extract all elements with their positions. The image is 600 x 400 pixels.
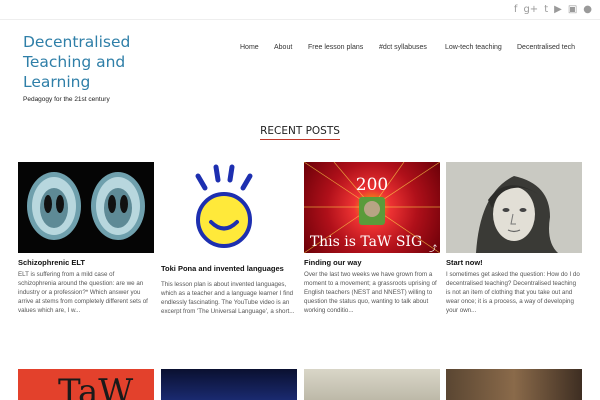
section-title: RECENT POSTS: [260, 125, 340, 140]
post-thumbnail-dark[interactable]: [161, 369, 297, 400]
post-excerpt: I sometimes get asked the question: How …: [446, 271, 580, 314]
post-card[interactable]: Schizophrenic ELT ELT is suffering from …: [18, 162, 154, 315]
portrait-image: [446, 162, 582, 253]
nav-item-dct-syllabuses[interactable]: #dct syllabuses: [379, 44, 427, 51]
instagram-icon[interactable]: ▣: [568, 4, 577, 16]
post-thumbnail-smiling-sun[interactable]: [161, 162, 297, 253]
post-thumbnail-taw-sig[interactable]: 200 This is TaW SIG ⤴: [304, 162, 440, 253]
sig-number-text: 200: [356, 175, 388, 195]
site-title-line: Teaching and: [23, 53, 126, 71]
post-title[interactable]: Schizophrenic ELT: [18, 258, 154, 267]
site-title-line: Decentralised: [23, 33, 131, 51]
google-plus-icon[interactable]: g+: [523, 4, 538, 16]
post-thumbnail-portrait[interactable]: [446, 162, 582, 253]
facebook-icon[interactable]: f: [514, 4, 518, 16]
post-thumbnail-paper[interactable]: [304, 369, 440, 400]
nav-item-low-tech-teaching[interactable]: Low-tech teaching: [445, 44, 502, 51]
nav-item-home[interactable]: Home: [240, 44, 259, 51]
site-tagline: Pedagogy for the 21st century: [23, 96, 110, 103]
flickr-icon[interactable]: ●: [583, 4, 592, 16]
post-card[interactable]: 200 This is TaW SIG ⤴ Finding our way Ov…: [304, 162, 440, 315]
youtube-icon[interactable]: ▶: [554, 4, 562, 16]
site-branding: Decentralised Teaching and Learning Peda…: [23, 32, 173, 103]
sig-caption-text: This is TaW SIG: [310, 234, 422, 250]
taw-logo-text: TaW: [58, 372, 133, 400]
post-thumbnail-photo[interactable]: [446, 369, 582, 400]
site-title[interactable]: Decentralised Teaching and Learning: [23, 32, 173, 92]
social-links: f g+ t ▶ ▣ ●: [514, 4, 592, 16]
post-title[interactable]: Toki Pona and invented languages: [161, 264, 297, 273]
twitter-icon[interactable]: t: [544, 4, 548, 16]
post-thumbnail-taw-logo[interactable]: TaW: [18, 369, 154, 400]
post-title[interactable]: Start now!: [446, 258, 582, 267]
top-bar: f g+ t ▶ ▣ ●: [0, 0, 600, 20]
post-excerpt: This lesson plan is about invented langu…: [161, 281, 295, 315]
post-excerpt: Over the last two weeks we have grown fr…: [304, 271, 437, 314]
share-icon: ⤴: [429, 243, 437, 253]
post-excerpt: ELT is suffering from a mild case of sch…: [18, 271, 148, 314]
post-card[interactable]: Start now! I sometimes get asked the que…: [446, 162, 582, 315]
smiling-sun-image: [161, 162, 297, 253]
nav-item-free-lesson-plans[interactable]: Free lesson plans: [308, 44, 363, 51]
post-card[interactable]: Toki Pona and invented languages This le…: [161, 162, 297, 316]
post-thumbnail-brain-scan[interactable]: [18, 162, 154, 253]
brain-scan-image: [18, 162, 154, 253]
recent-posts-heading: RECENT POSTS: [0, 121, 600, 140]
nav-item-decentralised-tech[interactable]: Decentralised tech: [517, 44, 575, 51]
taw-logo-image: TaW: [58, 372, 133, 400]
taw-sig-image: 200 This is TaW SIG ⤴: [304, 162, 440, 253]
nav-item-about[interactable]: About: [274, 44, 292, 51]
post-title[interactable]: Finding our way: [304, 258, 440, 267]
site-title-line: Learning: [23, 73, 91, 91]
